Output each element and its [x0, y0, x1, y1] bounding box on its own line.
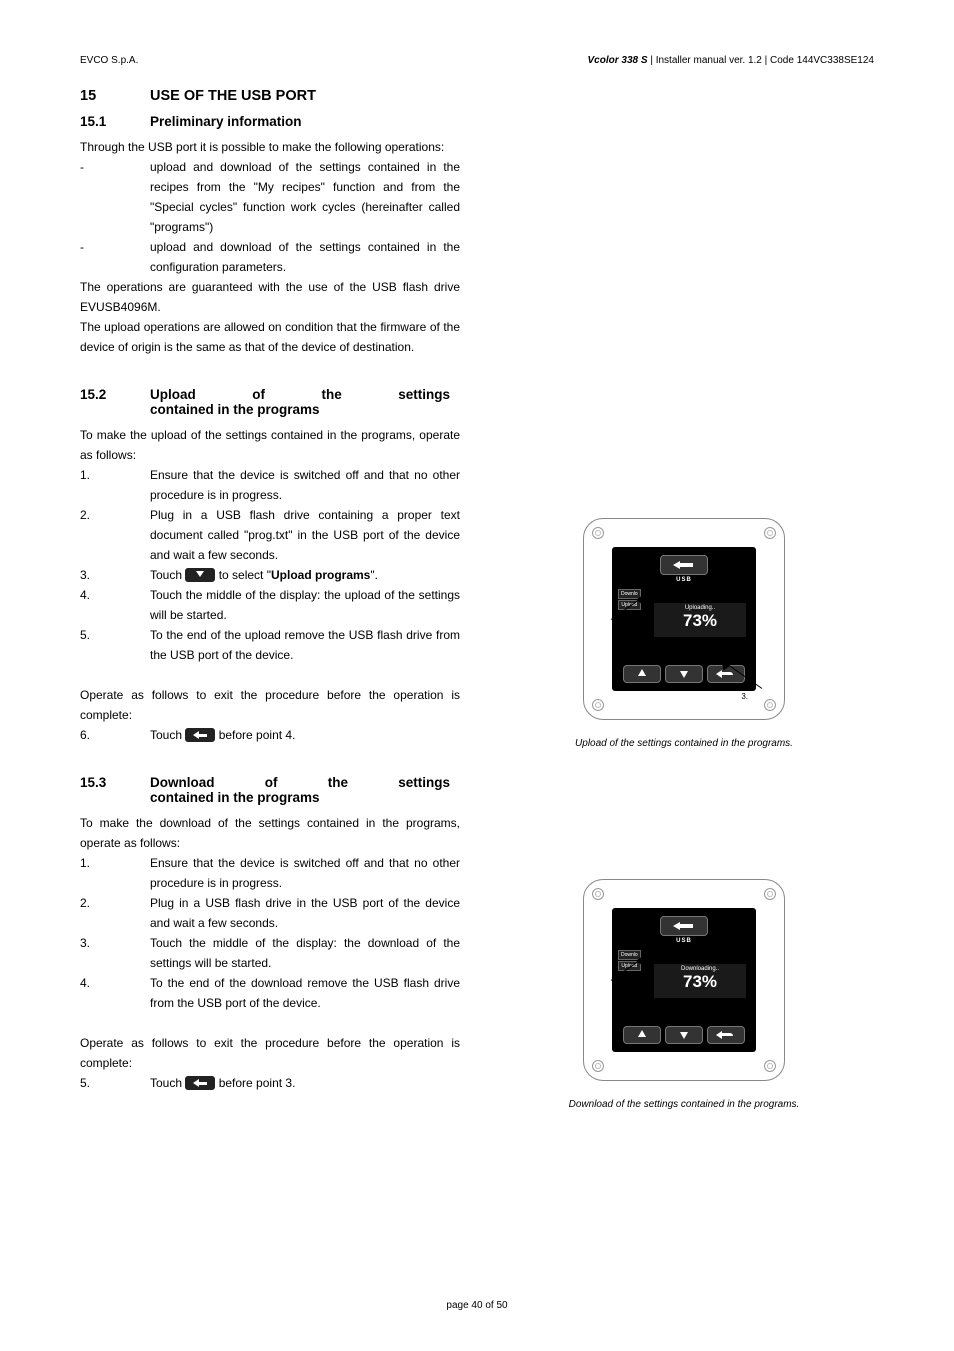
screen-down-button-icon [665, 665, 703, 683]
device-screen-download: USB Downlo Upload Downloading.. 73% [612, 908, 756, 1052]
device-frame-download: USB Downlo Upload Downloading.. 73% [583, 879, 785, 1081]
s15-2-step-2: 2.Plug in a USB flash drive containing a… [80, 505, 460, 565]
section-15-2-num: 15.2 [80, 387, 150, 402]
section-15-1-heading: 15.1Preliminary information [80, 114, 460, 129]
screw-icon [592, 699, 604, 711]
s15-3-step-4: 4.To the end of the download remove the … [80, 973, 460, 1013]
callout-4: 4. [637, 615, 644, 624]
section-15-3-title-l2: contained in the programs [150, 790, 320, 805]
s15-1-p2: The operations are guaranteed with the u… [80, 277, 460, 317]
figure-upload: USB Downlo Upload Uploading.. 73% [494, 518, 874, 749]
figure-download-caption: Download of the settings contained in th… [494, 1099, 874, 1110]
left-column: 15USE OF THE USB PORT 15.1Preliminary in… [80, 88, 460, 1093]
screen-down-button-icon [665, 1026, 703, 1044]
s15-2-step-3: 3.Touch to select "Upload programs". [80, 565, 460, 585]
usb-label: USB [676, 577, 692, 583]
s15-2-step-5-text: To the end of the upload remove the USB … [150, 625, 460, 665]
section-15-title: USE OF THE USB PORT [150, 88, 316, 104]
header-doc-info: Vcolor 338 S | Installer manual ver. 1.2… [588, 55, 874, 66]
section-15-3-title-l1: Download of the settings [150, 775, 450, 790]
screen-up-button-icon [623, 665, 661, 683]
s15-2-step-6: 6.Touch before point 4. [80, 725, 460, 745]
s15-3-intro: To make the download of the settings con… [80, 813, 460, 853]
s15-2-step-3-text: Touch to select "Upload programs". [150, 565, 460, 585]
section-15-2-heading: 15.2Upload of the settingscontained in t… [80, 387, 460, 417]
s15-3-step-1-text: Ensure that the device is switched off a… [150, 853, 460, 893]
page-footer: page 40 of 50 [0, 1300, 954, 1311]
section-15-1-title: Preliminary information [150, 114, 302, 129]
s15-3-step-4-text: To the end of the download remove the US… [150, 973, 460, 1013]
right-column: USB Downlo Upload Uploading.. 73% [494, 88, 874, 1110]
screw-icon [764, 1060, 776, 1072]
section-15-2-title-l1: Upload of the settings [150, 387, 450, 402]
figure-upload-caption: Upload of the settings contained in the … [494, 738, 874, 749]
header-product: Vcolor 338 S [588, 55, 648, 66]
screw-icon [592, 1060, 604, 1072]
section-15-3-num: 15.3 [80, 775, 150, 790]
section-15-heading: 15USE OF THE USB PORT [80, 88, 460, 104]
section-15-3-heading: 15.3Download of the settingscontained in… [80, 775, 460, 805]
s15-1-b2-text: upload and download of the settings cont… [150, 237, 460, 277]
section-15-1-num: 15.1 [80, 114, 150, 129]
back-arrow-button-icon [185, 728, 215, 742]
s15-3-step-1: 1.Ensure that the device is switched off… [80, 853, 460, 893]
s15-3-step-5-text: Touch before point 3. [150, 1073, 460, 1093]
screen-back-button-icon [660, 916, 708, 936]
s15-1-p3: The upload operations are allowed on con… [80, 317, 460, 357]
s15-3-step-3: 3.Touch the middle of the display: the d… [80, 933, 460, 973]
s15-2-step-4: 4.Touch the middle of the display: the u… [80, 585, 460, 625]
screen-up-button-icon [623, 1026, 661, 1044]
s15-2-step-2-text: Plug in a USB flash drive containing a p… [150, 505, 460, 565]
bottom-buttons-download [612, 1026, 756, 1044]
header-company: EVCO S.p.A. [80, 55, 138, 66]
down-arrow-button-icon [185, 568, 215, 582]
screw-icon [764, 699, 776, 711]
screw-icon [592, 527, 604, 539]
s15-2-step-5: 5.To the end of the upload remove the US… [80, 625, 460, 665]
s15-2-step-1-text: Ensure that the device is switched off a… [150, 465, 460, 505]
usb-label: USB [676, 938, 692, 944]
s15-3-step-5: 5.Touch before point 3. [80, 1073, 460, 1093]
s15-3-step-2-text: Plug in a USB flash drive in the USB por… [150, 893, 460, 933]
callout-3: 3. [741, 692, 748, 701]
s15-1-bullet-2: - upload and download of the settings co… [80, 237, 460, 277]
screw-icon [592, 888, 604, 900]
s15-2-step-1: 1.Ensure that the device is switched off… [80, 465, 460, 505]
s15-3-step-3-text: Touch the middle of the display: the dow… [150, 933, 460, 973]
s15-2-step-4-text: Touch the middle of the display: the upl… [150, 585, 460, 625]
s15-2-intro: To make the upload of the settings conta… [80, 425, 460, 465]
section-15-2-title-l2: contained in the programs [150, 402, 320, 417]
screen-back-button-icon [660, 555, 708, 575]
progress-percent-upload: 73% [683, 611, 717, 630]
s15-1-p1: Through the USB port it is possible to m… [80, 137, 460, 157]
s15-3-step-2: 2.Plug in a USB flash drive in the USB p… [80, 893, 460, 933]
callout-3b: 3. [637, 976, 644, 985]
s15-2-exit: Operate as follows to exit the procedure… [80, 685, 460, 725]
progress-status-download: Downloading.. [654, 964, 746, 972]
device-frame-upload: USB Downlo Upload Uploading.. 73% [583, 518, 785, 720]
screw-icon [764, 527, 776, 539]
header-doc-ver: | Installer manual ver. 1.2 | Code 144VC… [648, 55, 874, 66]
section-15-num: 15 [80, 88, 150, 104]
upload-programs-label: Upload programs [271, 568, 370, 582]
s15-3-exit: Operate as follows to exit the procedure… [80, 1033, 460, 1073]
s15-1-b1-text: upload and download of the settings cont… [150, 157, 460, 237]
progress-percent-download: 73% [683, 972, 717, 991]
s15-2-step-6-text: Touch before point 4. [150, 725, 460, 745]
back-arrow-button-icon [185, 1076, 215, 1090]
screen-enter-button-icon [707, 1026, 745, 1044]
screw-icon [764, 888, 776, 900]
figure-download: USB Downlo Upload Downloading.. 73% [494, 879, 874, 1110]
progress-status-upload: Uploading.. [654, 603, 746, 611]
progress-box-upload: Uploading.. 73% [654, 603, 746, 637]
progress-box-download: Downloading.. 73% [654, 964, 746, 998]
s15-1-bullet-1: - upload and download of the settings co… [80, 157, 460, 237]
